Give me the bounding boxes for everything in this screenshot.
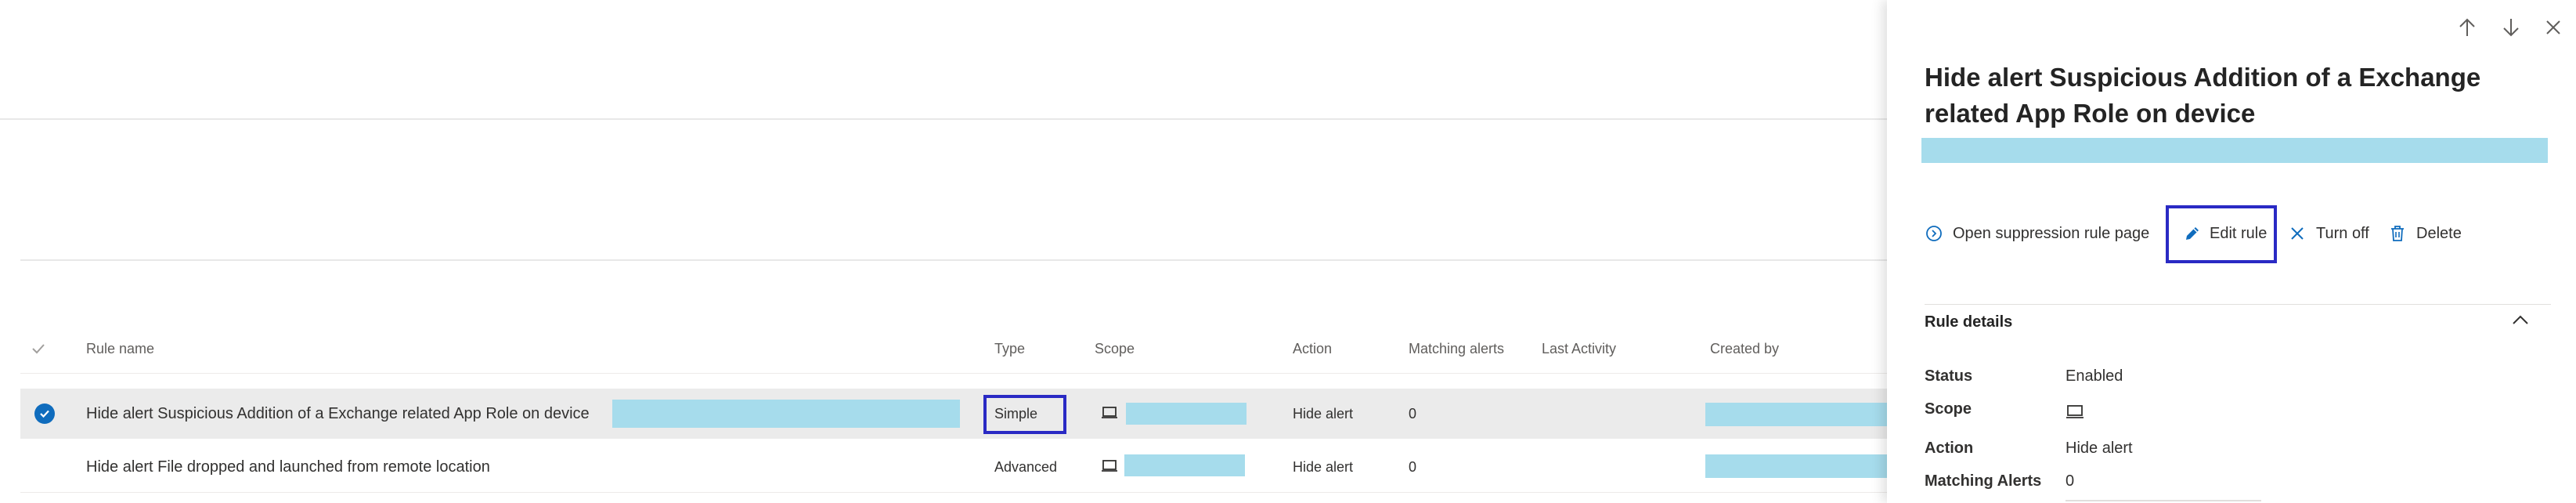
suppression-rules-list: Rule name Type Scope Action Matching ale…: [0, 0, 1887, 503]
close-icon[interactable]: [2540, 14, 2567, 41]
select-all-check-icon[interactable]: [31, 342, 45, 359]
status-value: Enabled: [2065, 367, 2123, 385]
open-suppression-rule-page-button[interactable]: Open suppression rule page: [1925, 218, 2159, 249]
rule-details-section-title[interactable]: Rule details: [1925, 313, 2012, 331]
arrow-up-icon[interactable]: [2454, 14, 2480, 41]
status-label: Status: [1925, 367, 1973, 385]
table-header: Rule name Type Scope Action Matching ale…: [0, 333, 1887, 364]
chevron-up-icon[interactable]: [2510, 312, 2531, 333]
toolbar-divider: [20, 259, 1887, 261]
column-header-matching-alerts[interactable]: Matching alerts: [1409, 333, 1504, 364]
column-header-type[interactable]: Type: [994, 333, 1025, 364]
type-highlight-box: [983, 395, 1066, 434]
column-header-last-activity[interactable]: Last Activity: [1542, 333, 1616, 364]
turn-off-label: Turn off: [2316, 225, 2369, 242]
trash-icon: [2391, 226, 2404, 241]
close-x-icon: [2291, 227, 2304, 240]
matching-alerts-cell: 0: [1409, 406, 1417, 422]
panel-title: Hide alert Suspicious Addition of a Exch…: [1925, 63, 2481, 128]
device-icon: [1101, 406, 1118, 425]
redacted-scope: [1124, 454, 1245, 476]
column-header-scope[interactable]: Scope: [1095, 333, 1135, 364]
rule-details-panel: Hide alert Suspicious Addition of a Exch…: [1887, 0, 2576, 503]
details-divider: [1925, 304, 2551, 305]
action-cell: Hide alert: [1293, 406, 1354, 422]
open-suppression-rule-page-label: Open suppression rule page: [1953, 225, 2150, 242]
matching-alerts-label: Matching Alerts: [1925, 472, 2042, 490]
matching-alerts-value: 0: [2065, 472, 2075, 490]
action-cell: Hide alert: [1293, 459, 1354, 475]
redacted-created-by: [1705, 403, 1887, 426]
type-cell: Advanced: [994, 459, 1058, 475]
header-row-divider: [20, 373, 1887, 374]
table-row[interactable]: Hide alert Suspicious Addition of a Exch…: [20, 389, 1887, 439]
row-divider: [20, 492, 1887, 493]
turn-off-button[interactable]: Turn off: [2285, 218, 2379, 249]
device-icon: [2065, 404, 2084, 424]
edit-rule-highlight-box: [2166, 205, 2277, 263]
column-header-action[interactable]: Action: [1293, 333, 1332, 364]
matching-alerts-underline: [2065, 500, 2261, 501]
scope-label: Scope: [1925, 400, 1972, 418]
action-value: Hide alert: [2065, 440, 2133, 457]
redacted-text: [612, 400, 960, 428]
device-icon: [1101, 459, 1118, 478]
table-row[interactable]: Hide alert File dropped and launched fro…: [20, 442, 1887, 492]
rule-name-cell[interactable]: Hide alert Suspicious Addition of a Exch…: [86, 389, 590, 439]
rule-name-cell[interactable]: Hide alert File dropped and launched fro…: [86, 442, 490, 492]
action-label: Action: [1925, 440, 1974, 457]
redacted-subtitle: [1921, 138, 2548, 163]
column-header-rule-name[interactable]: Rule name: [86, 333, 154, 364]
delete-button[interactable]: Delete: [2385, 218, 2471, 249]
redacted-created-by: [1705, 454, 1887, 478]
header-divider: [0, 118, 1887, 120]
redacted-scope: [1126, 403, 1247, 425]
matching-alerts-cell: 0: [1409, 459, 1417, 475]
delete-label: Delete: [2416, 225, 2462, 242]
arrow-down-icon[interactable]: [2498, 14, 2524, 41]
row-selected-check-icon[interactable]: [34, 403, 55, 424]
navigate-icon: [1926, 226, 1942, 241]
column-header-created-by[interactable]: Created by: [1710, 333, 1779, 364]
